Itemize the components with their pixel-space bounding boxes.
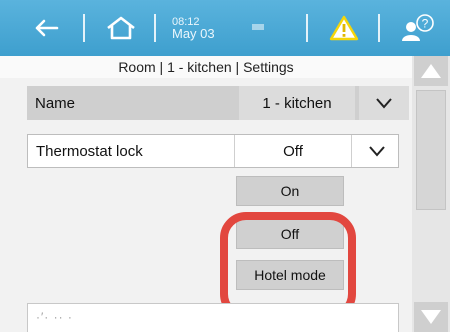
scroll-down-button[interactable] — [414, 302, 448, 332]
name-dropdown-button[interactable] — [359, 86, 409, 120]
user-help-button[interactable]: ? — [392, 0, 442, 56]
partial-row-glyphs: ·′· ·· · — [36, 310, 73, 324]
warning-icon — [329, 15, 359, 41]
home-button[interactable] — [96, 0, 146, 56]
back-arrow-icon — [35, 19, 59, 37]
thermostat-lock-value: Off — [234, 135, 352, 167]
user-help-icon: ? — [402, 14, 434, 41]
chevron-down-icon — [376, 98, 392, 109]
clock: 08:12 May 03 — [172, 0, 232, 56]
thermostat-lock-dropdown-button[interactable] — [352, 135, 402, 167]
date-text: May 03 — [172, 26, 215, 41]
chevron-down-icon — [369, 146, 385, 157]
top-bar: 08:12 May 03 ? — [0, 0, 450, 56]
thermostat-lock-label: Thermostat lock — [36, 142, 143, 160]
scroll-up-button[interactable] — [414, 56, 448, 86]
home-icon — [107, 16, 135, 40]
divider — [378, 14, 380, 42]
divider — [306, 14, 308, 42]
settings-screen: 08:12 May 03 ? Room | 1 - kitchen | Sett… — [0, 0, 450, 332]
back-button[interactable] — [26, 0, 66, 56]
next-row-partial[interactable]: ·′· ·· · — [27, 303, 399, 332]
name-value: 1 - kitchen — [239, 86, 355, 120]
option-on[interactable]: On — [236, 176, 344, 206]
divider — [252, 24, 264, 30]
name-label: Name — [35, 94, 76, 112]
triangle-down-icon — [421, 310, 441, 324]
divider — [154, 14, 156, 42]
scrollbar-thumb[interactable] — [416, 90, 446, 210]
name-row[interactable]: Name 1 - kitchen — [27, 86, 409, 120]
alarm-button[interactable] — [322, 0, 366, 56]
divider — [83, 14, 85, 42]
scrollbar[interactable] — [412, 56, 450, 332]
breadcrumb: Room | 1 - kitchen | Settings — [0, 56, 412, 78]
thermostat-lock-row[interactable]: Thermostat lock Off — [27, 134, 399, 168]
triangle-up-icon — [421, 64, 441, 78]
svg-text:?: ? — [422, 17, 429, 31]
